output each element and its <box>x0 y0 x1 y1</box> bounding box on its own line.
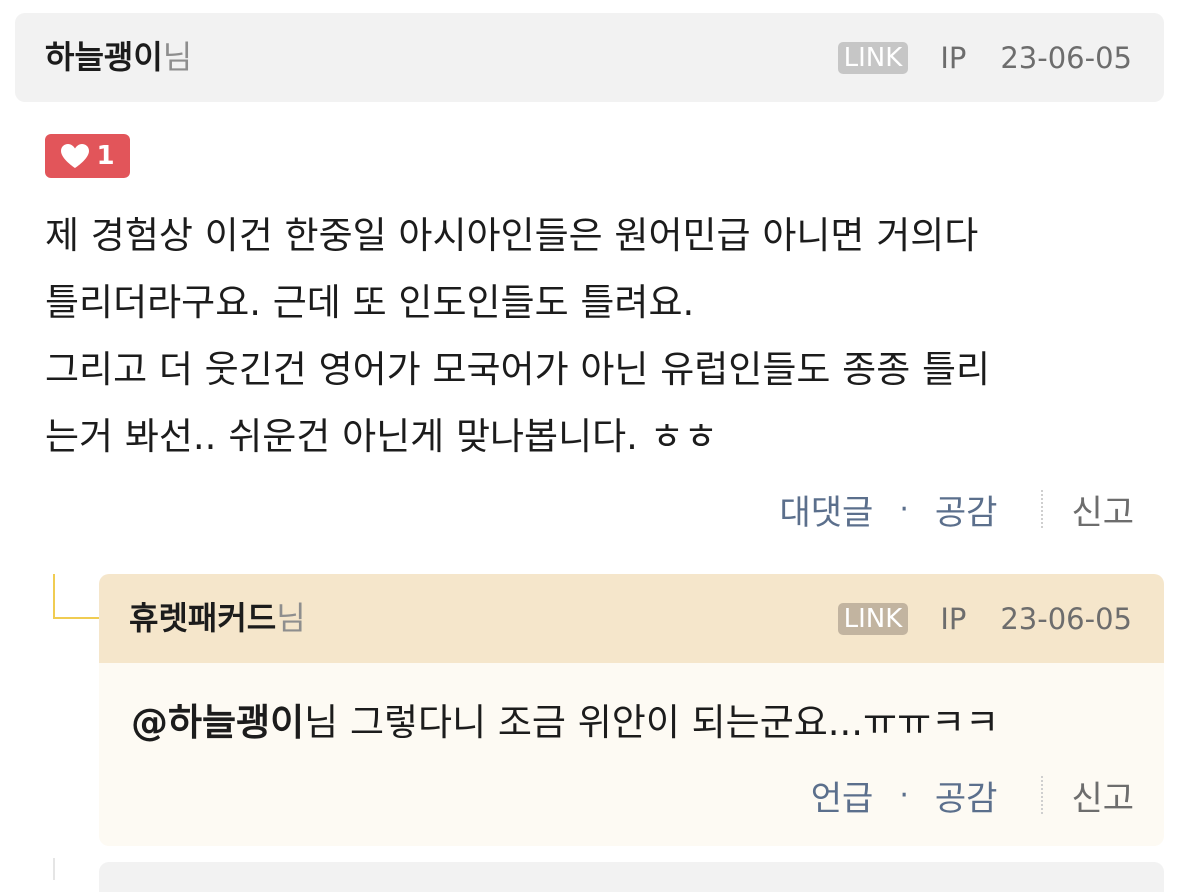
reply-like-button[interactable]: 공감 <box>935 771 998 820</box>
comment-body-line: 그리고 더 웃긴건 영어가 모국어가 아닌 유럽인들도 종종 틀리 <box>45 348 991 391</box>
mention-button[interactable]: 언급 <box>811 771 874 820</box>
comment-author-name[interactable]: 하늘괭이 <box>45 38 163 76</box>
comment-author[interactable]: 하늘괭이님 <box>45 13 192 102</box>
reply-actions: 언급 · 공감 신고 <box>811 771 1134 820</box>
reply-button[interactable]: 대댓글 <box>779 485 873 534</box>
link-badge[interactable]: LINK <box>837 41 909 74</box>
reply-text-content: 님 그렇다니 조금 위안이 되는군요...ㅠㅠㅋㅋ <box>304 701 1000 744</box>
reply-body: @하늘괭이님 그렇다니 조금 위안이 되는군요...ㅠㅠㅋㅋ <box>99 663 1164 846</box>
comment-author-suffix: 님 <box>162 38 193 76</box>
comment-body-line: 는거 봐선.. 쉬운건 아닌게 맞나봅니다. ㅎㅎ <box>45 415 718 458</box>
mention-link[interactable]: @하늘괭이 <box>131 701 304 744</box>
reply-ip-label: IP <box>940 601 967 636</box>
like-button[interactable]: 공감 <box>935 485 998 534</box>
reply-report-button[interactable]: 신고 <box>1071 771 1134 820</box>
action-divider <box>1041 776 1044 814</box>
action-separator: · <box>899 777 909 813</box>
comment-date: 23-06-05 <box>1000 40 1132 75</box>
heart-icon <box>61 144 90 168</box>
next-reply-connector <box>53 858 55 880</box>
comment-header: 하늘괭이님 LINK IP 23-06-05 <box>15 13 1164 102</box>
reply-author-suffix: 님 <box>276 599 306 637</box>
comment-body: 제 경험상 이건 한중일 아시아인들은 원어민급 아니면 거의다 틀리더라구요.… <box>45 202 1155 470</box>
comment-actions: 대댓글 · 공감 신고 <box>779 485 1134 534</box>
comment-meta: LINK IP 23-06-05 <box>837 13 1132 102</box>
like-count-badge: 1 <box>45 134 130 178</box>
reply-connector <box>53 574 99 619</box>
like-count: 1 <box>96 141 115 171</box>
reply-text: @하늘괭이님 그렇다니 조금 위안이 되는군요...ㅠㅠㅋㅋ <box>131 693 999 753</box>
reply-link-badge[interactable]: LINK <box>837 602 909 635</box>
action-separator: · <box>899 491 909 527</box>
comment-body-line: 제 경험상 이건 한중일 아시아인들은 원어민급 아니면 거의다 <box>45 214 979 257</box>
comment-body-line: 틀리더라구요. 근데 또 인도인들도 틀려요. <box>45 281 695 324</box>
reply-meta: LINK IP 23-06-05 <box>837 574 1132 663</box>
reply-date: 23-06-05 <box>1000 601 1132 636</box>
reply-header: 휴렛패커드님 LINK IP 23-06-05 <box>99 574 1164 663</box>
next-reply-header <box>99 862 1164 892</box>
reply-author[interactable]: 휴렛패커드님 <box>129 574 306 663</box>
action-divider <box>1041 490 1044 528</box>
reply-author-name[interactable]: 휴렛패커드 <box>129 599 276 637</box>
ip-label: IP <box>940 40 967 75</box>
report-button[interactable]: 신고 <box>1071 485 1134 534</box>
